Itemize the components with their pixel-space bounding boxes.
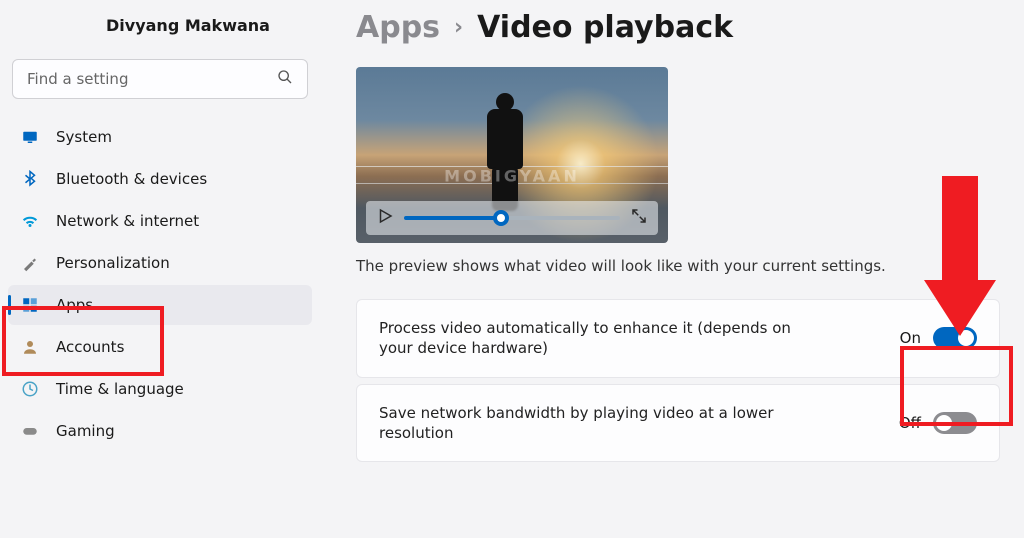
nav-list: System Bluetooth & devices Network & int… (8, 117, 312, 451)
globe-clock-icon (20, 379, 40, 399)
sidebar-item-apps[interactable]: Apps (8, 285, 312, 325)
main-content: Apps › Video playback MOBIGYAAN (320, 0, 1024, 538)
sidebar-item-bluetooth[interactable]: Bluetooth & devices (8, 159, 312, 199)
toggle-wrap: On (900, 327, 977, 349)
setting-enhance-video[interactable]: Process video automatically to enhance i… (356, 299, 1000, 378)
sidebar-item-label: Bluetooth & devices (56, 170, 207, 188)
settings-sidebar: Divyang Makwana Find a setting System (0, 0, 320, 538)
chevron-right-icon: › (454, 15, 463, 40)
breadcrumb-current: Video playback (477, 10, 733, 45)
expand-icon[interactable] (630, 207, 648, 229)
monitor-icon (20, 127, 40, 147)
sidebar-item-label: Network & internet (56, 212, 199, 230)
setting-label: Save network bandwidth by playing video … (379, 403, 799, 444)
apps-icon (20, 295, 40, 315)
preview-caption: The preview shows what video will look l… (356, 257, 1000, 275)
sidebar-item-label: Apps (56, 296, 93, 314)
sidebar-item-gaming[interactable]: Gaming (8, 411, 312, 451)
wifi-icon (20, 211, 40, 231)
toggle-switch[interactable] (933, 327, 977, 349)
search-placeholder: Find a setting (27, 70, 128, 88)
sidebar-item-label: Time & language (56, 380, 184, 398)
search-input[interactable]: Find a setting (12, 59, 308, 99)
sidebar-item-label: System (56, 128, 112, 146)
sidebar-item-label: Gaming (56, 422, 115, 440)
sidebar-item-accounts[interactable]: Accounts (8, 327, 312, 367)
breadcrumb-parent[interactable]: Apps (356, 10, 440, 45)
user-name: Divyang Makwana (8, 10, 312, 55)
paintbrush-icon (20, 253, 40, 273)
setting-label: Process video automatically to enhance i… (379, 318, 799, 359)
sidebar-item-personalization[interactable]: Personalization (8, 243, 312, 283)
search-icon (277, 69, 293, 89)
search-wrap: Find a setting (12, 59, 308, 99)
sidebar-item-label: Accounts (56, 338, 124, 356)
sidebar-item-network[interactable]: Network & internet (8, 201, 312, 241)
toggle-switch[interactable] (933, 412, 977, 434)
toggle-wrap: Off (899, 412, 977, 434)
sidebar-item-time-language[interactable]: Time & language (8, 369, 312, 409)
preview-watermark: MOBIGYAAN (444, 167, 580, 186)
bluetooth-icon (20, 169, 40, 189)
setting-save-bandwidth[interactable]: Save network bandwidth by playing video … (356, 384, 1000, 463)
person-icon (20, 337, 40, 357)
preview-silhouette (474, 93, 536, 213)
gamepad-icon (20, 421, 40, 441)
sidebar-item-system[interactable]: System (8, 117, 312, 157)
breadcrumb: Apps › Video playback (356, 10, 1000, 45)
seek-bar[interactable] (404, 216, 620, 220)
toggle-state-text: On (900, 329, 921, 347)
toggle-state-text: Off (899, 414, 921, 432)
sidebar-item-label: Personalization (56, 254, 170, 272)
player-controls (366, 201, 658, 235)
play-icon[interactable] (376, 207, 394, 229)
video-preview: MOBIGYAAN (356, 67, 668, 243)
